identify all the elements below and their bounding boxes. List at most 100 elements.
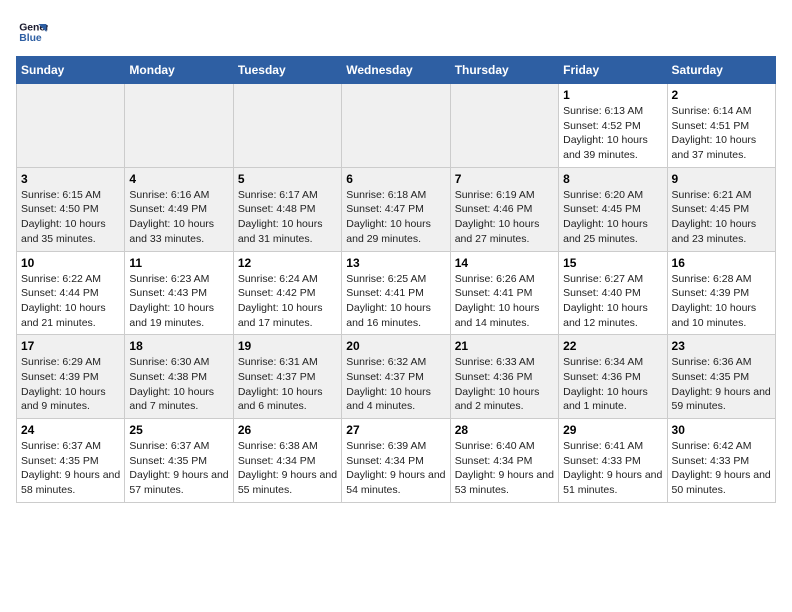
calendar-cell: 20 Sunrise: 6:32 AM Sunset: 4:37 PM Dayli… <box>342 335 450 419</box>
logo-icon: General Blue <box>16 16 48 48</box>
day-number: 21 <box>455 339 554 353</box>
calendar-cell: 30 Sunrise: 6:42 AM Sunset: 4:33 PM Dayli… <box>667 419 775 503</box>
calendar-cell: 25 Sunrise: 6:37 AM Sunset: 4:35 PM Dayli… <box>125 419 233 503</box>
calendar-cell: 29 Sunrise: 6:41 AM Sunset: 4:33 PM Dayli… <box>559 419 667 503</box>
day-info: Sunrise: 6:32 AM Sunset: 4:37 PM Dayligh… <box>346 355 445 414</box>
calendar-cell: 4 Sunrise: 6:16 AM Sunset: 4:49 PM Daylig… <box>125 167 233 251</box>
day-info: Sunrise: 6:37 AM Sunset: 4:35 PM Dayligh… <box>129 439 228 498</box>
day-number: 12 <box>238 256 337 270</box>
calendar-cell: 9Sunrise: 6:21 AM Sunset: 4:45 PM Daylig… <box>667 167 775 251</box>
weekday-header-thursday: Thursday <box>450 57 558 84</box>
day-info: Sunrise: 6:13 AM Sunset: 4:52 PM Dayligh… <box>563 104 662 163</box>
day-number: 2 <box>672 88 771 102</box>
calendar-cell <box>342 84 450 168</box>
calendar-cell <box>125 84 233 168</box>
day-info: Sunrise: 6:28 AM Sunset: 4:39 PM Dayligh… <box>672 272 771 331</box>
day-number: 26 <box>238 423 337 437</box>
day-info: Sunrise: 6:14 AM Sunset: 4:51 PM Dayligh… <box>672 104 771 163</box>
day-number: 28 <box>455 423 554 437</box>
weekday-header-friday: Friday <box>559 57 667 84</box>
calendar-header: SundayMondayTuesdayWednesdayThursdayFrid… <box>17 57 776 84</box>
calendar-cell: 13 Sunrise: 6:25 AM Sunset: 4:41 PM Dayli… <box>342 251 450 335</box>
calendar-cell: 24 Sunrise: 6:37 AM Sunset: 4:35 PM Dayli… <box>17 419 125 503</box>
calendar-cell: 11Sunrise: 6:23 AM Sunset: 4:43 PM Dayli… <box>125 251 233 335</box>
day-number: 5 <box>238 172 337 186</box>
day-info: Sunrise: 6:36 AM Sunset: 4:35 PM Dayligh… <box>672 355 771 414</box>
day-info: Sunrise: 6:20 AM Sunset: 4:45 PM Dayligh… <box>563 188 662 247</box>
day-info: Sunrise: 6:37 AM Sunset: 4:35 PM Dayligh… <box>21 439 120 498</box>
day-info: Sunrise: 6:21 AM Sunset: 4:45 PM Dayligh… <box>672 188 771 247</box>
day-number: 20 <box>346 339 445 353</box>
calendar-cell <box>17 84 125 168</box>
calendar-cell: 27 Sunrise: 6:39 AM Sunset: 4:34 PM Dayli… <box>342 419 450 503</box>
calendar-cell: 23 Sunrise: 6:36 AM Sunset: 4:35 PM Dayli… <box>667 335 775 419</box>
day-number: 27 <box>346 423 445 437</box>
day-number: 17 <box>21 339 120 353</box>
calendar-cell: 3 Sunrise: 6:15 AM Sunset: 4:50 PM Daylig… <box>17 167 125 251</box>
calendar-cell: 1Sunrise: 6:13 AM Sunset: 4:52 PM Daylig… <box>559 84 667 168</box>
calendar-week-row: 3 Sunrise: 6:15 AM Sunset: 4:50 PM Daylig… <box>17 167 776 251</box>
day-info: Sunrise: 6:31 AM Sunset: 4:37 PM Dayligh… <box>238 355 337 414</box>
day-info: Sunrise: 6:25 AM Sunset: 4:41 PM Dayligh… <box>346 272 445 331</box>
weekday-header-monday: Monday <box>125 57 233 84</box>
day-info: Sunrise: 6:27 AM Sunset: 4:40 PM Dayligh… <box>563 272 662 331</box>
day-number: 15 <box>563 256 662 270</box>
day-number: 22 <box>563 339 662 353</box>
day-number: 6 <box>346 172 445 186</box>
calendar-week-row: 17 Sunrise: 6:29 AM Sunset: 4:39 PM Dayli… <box>17 335 776 419</box>
day-number: 13 <box>346 256 445 270</box>
day-info: Sunrise: 6:40 AM Sunset: 4:34 PM Dayligh… <box>455 439 554 498</box>
calendar-cell: 22 Sunrise: 6:34 AM Sunset: 4:36 PM Dayli… <box>559 335 667 419</box>
day-info: Sunrise: 6:38 AM Sunset: 4:34 PM Dayligh… <box>238 439 337 498</box>
calendar-week-row: 1Sunrise: 6:13 AM Sunset: 4:52 PM Daylig… <box>17 84 776 168</box>
day-number: 30 <box>672 423 771 437</box>
calendar-cell: 17 Sunrise: 6:29 AM Sunset: 4:39 PM Dayli… <box>17 335 125 419</box>
calendar-week-row: 10 Sunrise: 6:22 AM Sunset: 4:44 PM Dayli… <box>17 251 776 335</box>
day-number: 7 <box>455 172 554 186</box>
day-info: Sunrise: 6:42 AM Sunset: 4:33 PM Dayligh… <box>672 439 771 498</box>
day-info: Sunrise: 6:41 AM Sunset: 4:33 PM Dayligh… <box>563 439 662 498</box>
day-number: 4 <box>129 172 228 186</box>
calendar-cell: 7Sunrise: 6:19 AM Sunset: 4:46 PM Daylig… <box>450 167 558 251</box>
calendar-cell: 15 Sunrise: 6:27 AM Sunset: 4:40 PM Dayli… <box>559 251 667 335</box>
day-info: Sunrise: 6:16 AM Sunset: 4:49 PM Dayligh… <box>129 188 228 247</box>
day-number: 29 <box>563 423 662 437</box>
calendar-cell: 10 Sunrise: 6:22 AM Sunset: 4:44 PM Dayli… <box>17 251 125 335</box>
day-info: Sunrise: 6:30 AM Sunset: 4:38 PM Dayligh… <box>129 355 228 414</box>
calendar-cell <box>233 84 341 168</box>
calendar-cell: 8 Sunrise: 6:20 AM Sunset: 4:45 PM Daylig… <box>559 167 667 251</box>
day-info: Sunrise: 6:18 AM Sunset: 4:47 PM Dayligh… <box>346 188 445 247</box>
calendar-cell: 6 Sunrise: 6:18 AM Sunset: 4:47 PM Daylig… <box>342 167 450 251</box>
day-number: 18 <box>129 339 228 353</box>
day-info: Sunrise: 6:34 AM Sunset: 4:36 PM Dayligh… <box>563 355 662 414</box>
day-number: 8 <box>563 172 662 186</box>
weekday-header-saturday: Saturday <box>667 57 775 84</box>
day-info: Sunrise: 6:24 AM Sunset: 4:42 PM Dayligh… <box>238 272 337 331</box>
calendar-cell <box>450 84 558 168</box>
day-info: Sunrise: 6:17 AM Sunset: 4:48 PM Dayligh… <box>238 188 337 247</box>
weekday-header-tuesday: Tuesday <box>233 57 341 84</box>
day-info: Sunrise: 6:39 AM Sunset: 4:34 PM Dayligh… <box>346 439 445 498</box>
day-info: Sunrise: 6:22 AM Sunset: 4:44 PM Dayligh… <box>21 272 120 331</box>
calendar-week-row: 24 Sunrise: 6:37 AM Sunset: 4:35 PM Dayli… <box>17 419 776 503</box>
day-number: 25 <box>129 423 228 437</box>
calendar-cell: 16Sunrise: 6:28 AM Sunset: 4:39 PM Dayli… <box>667 251 775 335</box>
day-info: Sunrise: 6:15 AM Sunset: 4:50 PM Dayligh… <box>21 188 120 247</box>
day-number: 19 <box>238 339 337 353</box>
weekday-header-wednesday: Wednesday <box>342 57 450 84</box>
calendar-cell: 14 Sunrise: 6:26 AM Sunset: 4:41 PM Dayli… <box>450 251 558 335</box>
calendar-cell: 2 Sunrise: 6:14 AM Sunset: 4:51 PM Daylig… <box>667 84 775 168</box>
day-number: 24 <box>21 423 120 437</box>
day-info: Sunrise: 6:26 AM Sunset: 4:41 PM Dayligh… <box>455 272 554 331</box>
day-number: 23 <box>672 339 771 353</box>
day-info: Sunrise: 6:29 AM Sunset: 4:39 PM Dayligh… <box>21 355 120 414</box>
day-number: 3 <box>21 172 120 186</box>
day-number: 11 <box>129 256 228 270</box>
svg-text:Blue: Blue <box>19 33 42 44</box>
calendar-cell: 18 Sunrise: 6:30 AM Sunset: 4:38 PM Dayli… <box>125 335 233 419</box>
logo: General Blue <box>16 16 52 48</box>
calendar-cell: 21Sunrise: 6:33 AM Sunset: 4:36 PM Dayli… <box>450 335 558 419</box>
weekday-header-row: SundayMondayTuesdayWednesdayThursdayFrid… <box>17 57 776 84</box>
day-number: 10 <box>21 256 120 270</box>
day-number: 14 <box>455 256 554 270</box>
